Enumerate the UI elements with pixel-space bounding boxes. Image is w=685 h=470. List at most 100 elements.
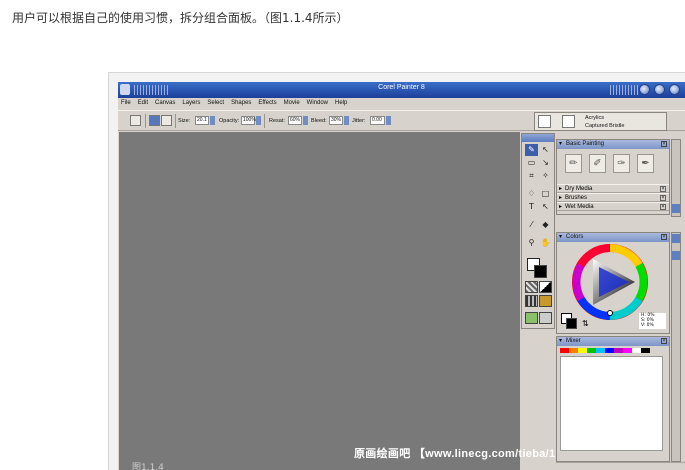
close-button[interactable] (669, 84, 680, 95)
jitter-field[interactable]: 0.00 (370, 116, 385, 125)
paper-selector-icon[interactable] (525, 281, 538, 293)
menu-help[interactable]: Help (335, 98, 347, 109)
scroll-down-button[interactable] (672, 204, 680, 213)
swatch-yellow[interactable] (578, 348, 587, 353)
swatch-green[interactable] (587, 348, 596, 353)
jitter-label: Jitter: (352, 118, 366, 124)
brush-tool-icon[interactable] (130, 115, 141, 126)
paint-bucket-icon[interactable]: ◆ (539, 219, 552, 231)
magic-wand-icon[interactable]: ✧ (539, 170, 552, 182)
colors-header[interactable]: Colors × (557, 233, 669, 242)
brush-category-icon[interactable] (538, 115, 551, 128)
rect-select-icon[interactable]: ▭ (525, 157, 538, 169)
lasso-icon[interactable]: ↘ (539, 157, 552, 169)
stroke-type-icon[interactable] (161, 115, 172, 126)
shape-select-icon[interactable]: ↖ (539, 201, 552, 213)
menu-shapes[interactable]: Shapes (231, 98, 251, 109)
scroll-up-button[interactable] (672, 234, 680, 243)
weaving-selector-icon[interactable] (539, 295, 552, 307)
menu-movie[interactable]: Movie (284, 98, 300, 109)
title-bar[interactable]: Corel Painter 8 (118, 82, 685, 98)
canvas-area[interactable] (119, 132, 520, 470)
gradient-selector-icon[interactable] (539, 281, 552, 293)
menu-effects[interactable]: Effects (258, 98, 276, 109)
eraser-icon[interactable]: ✑ (613, 154, 630, 173)
resat-label: Resat: (269, 118, 285, 124)
basic-painting-title: Basic Painting (566, 141, 605, 147)
basic-painting-panel: Basic Painting × ✏ ✐ ✑ ✒ Dry Media × Brus… (556, 139, 670, 215)
swatch-purple[interactable] (614, 348, 623, 353)
swatch-red[interactable] (560, 348, 569, 353)
menu-window[interactable]: Window (307, 98, 328, 109)
swatch-white[interactable] (632, 348, 641, 353)
opacity-field[interactable]: 100% (241, 116, 256, 125)
look-selector-icon[interactable] (539, 312, 552, 324)
basic-painting-header[interactable]: Basic Painting × (557, 140, 669, 149)
scroll-thumb[interactable] (672, 251, 680, 260)
pattern-selector-icon[interactable] (525, 295, 538, 307)
minimize-button[interactable] (639, 84, 650, 95)
swatch-blue[interactable] (605, 348, 614, 353)
swatch-cyan[interactable] (596, 348, 605, 353)
brushes-section[interactable]: Brushes × (557, 193, 669, 203)
nozzle-selector-icon[interactable] (525, 312, 538, 324)
divider (145, 114, 146, 128)
swatch-magenta[interactable] (623, 348, 632, 353)
menu-bar: File Edit Canvas Layers Select Shapes Ef… (118, 98, 685, 109)
bleed-field[interactable]: 30% (329, 116, 343, 125)
wet-media-label: Wet Media (565, 204, 594, 210)
arrow-icon[interactable]: ↖ (539, 144, 552, 156)
brush-dab-icon[interactable] (149, 115, 160, 126)
oil-brush-icon[interactable]: ✐ (589, 154, 606, 173)
bleed-spinner[interactable] (344, 116, 349, 125)
text-icon[interactable]: T (525, 201, 538, 213)
opacity-spinner[interactable] (256, 116, 261, 125)
menu-select[interactable]: Select (207, 98, 224, 109)
size-spinner[interactable] (210, 116, 215, 125)
hue-marker (607, 310, 613, 316)
menu-file[interactable]: File (121, 98, 131, 109)
mixer-panel: Mixer × (556, 336, 670, 462)
rectangle-shape-icon[interactable]: □ (539, 188, 552, 200)
panel-close-icon[interactable]: × (661, 338, 667, 344)
dry-media-section[interactable]: Dry Media × (557, 184, 669, 194)
swap-colors-icon[interactable]: ⇅ (582, 319, 589, 328)
section-close-icon[interactable]: × (660, 204, 666, 210)
section-close-icon[interactable]: × (660, 195, 666, 201)
size-field[interactable]: 20.1 (195, 116, 209, 125)
mixer-pad[interactable] (560, 356, 663, 451)
additional-color-swatch[interactable] (534, 265, 547, 278)
divider (264, 114, 265, 128)
blender-icon[interactable]: ✒ (637, 154, 654, 173)
maximize-button[interactable] (654, 84, 665, 95)
menu-edit[interactable]: Edit (138, 98, 148, 109)
crop-icon[interactable]: ⌗ (525, 170, 538, 182)
section-close-icon[interactable]: × (660, 186, 666, 192)
swatch-orange[interactable] (569, 348, 578, 353)
menu-layers[interactable]: Layers (182, 98, 200, 109)
secondary-color-swatch[interactable] (566, 318, 577, 329)
brush-selector[interactable]: Acrylics Captured Bristle (534, 112, 667, 131)
wet-media-section[interactable]: Wet Media × (557, 202, 669, 212)
brush-icon[interactable]: ✎ (525, 144, 538, 156)
toolbox-header[interactable] (522, 134, 554, 142)
resat-spinner[interactable] (303, 116, 308, 125)
pencil-icon[interactable]: ✏ (565, 154, 582, 173)
brush-variant-icon[interactable] (562, 115, 575, 128)
panel-close-icon[interactable]: × (661, 234, 667, 240)
jitter-spinner[interactable] (386, 116, 391, 125)
panel-scrollbar-lower[interactable] (671, 232, 681, 462)
color-wheel[interactable] (571, 243, 649, 321)
magnifier-icon[interactable]: ⚲ (525, 237, 538, 249)
pen-icon[interactable]: ♢ (525, 188, 538, 200)
toolbox: ✎ ↖ ▭ ↘ ⌗ ✧ ♢ □ T ↖ ⁄ ◆ ⚲ ✋ (521, 133, 555, 329)
resat-field[interactable]: 60% (288, 116, 302, 125)
mixer-header[interactable]: Mixer × (557, 337, 669, 346)
dry-media-label: Dry Media (565, 186, 593, 192)
dropper-icon[interactable]: ⁄ (525, 219, 538, 231)
panel-close-icon[interactable]: × (661, 141, 667, 147)
grabber-hand-icon[interactable]: ✋ (539, 237, 552, 249)
menu-canvas[interactable]: Canvas (155, 98, 175, 109)
panel-bottom-toolbar (556, 462, 685, 470)
swatch-black[interactable] (641, 348, 650, 353)
